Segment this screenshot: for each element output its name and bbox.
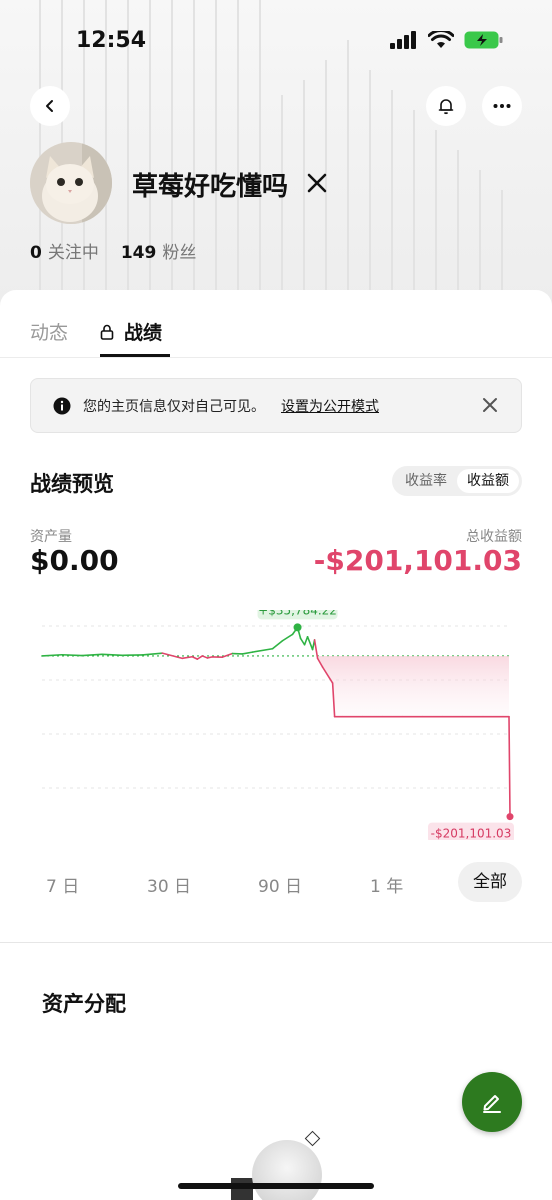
- series-segment: [251, 647, 274, 653]
- home-indicator[interactable]: [178, 1183, 374, 1189]
- more-icon: [493, 104, 511, 108]
- overview-title: 战绩预览: [30, 472, 114, 496]
- notification-button[interactable]: [426, 86, 466, 126]
- followers-label: 粉丝: [162, 243, 197, 263]
- toggle-return-rate[interactable]: 收益率: [395, 469, 457, 493]
- series-segment: [141, 652, 164, 656]
- allocation-title: 资产分配: [42, 992, 126, 1016]
- back-icon: [46, 100, 53, 112]
- range-90d[interactable]: 90 日: [258, 872, 302, 897]
- following-label: 关注中: [47, 243, 99, 263]
- profile-header: 12:54 草莓好吃懂吗 0 关注中 149 粉丝: [0, 0, 552, 330]
- following-stat[interactable]: 0 关注中: [30, 238, 99, 263]
- cat-avatar-image: [30, 142, 112, 224]
- series-segment: [281, 633, 294, 642]
- series-segment: [101, 653, 123, 657]
- status-time: 12:54: [76, 28, 147, 53]
- loss-area: [317, 655, 509, 717]
- section-divider: [0, 942, 552, 943]
- min-point: [506, 813, 514, 821]
- tab-record[interactable]: 战绩: [100, 318, 162, 345]
- avatar[interactable]: [30, 142, 112, 224]
- series-segment: [299, 637, 306, 646]
- series-segment: [81, 653, 103, 657]
- battery-icon: [464, 31, 503, 49]
- series-segment: [61, 653, 83, 657]
- series-segment: [271, 639, 284, 650]
- asset-value: $0.00: [30, 544, 119, 577]
- tab-dynamic[interactable]: 动态: [30, 318, 68, 345]
- set-public-link[interactable]: 设置为公开模式: [281, 396, 379, 416]
- time-range-selector: 7 日 30 日 90 日 1 年 全部: [0, 862, 552, 902]
- pnl-value: -$201,101.03: [313, 544, 522, 577]
- signal-icon: [390, 31, 416, 49]
- followers-count: 149: [120, 243, 157, 263]
- back-button[interactable]: [30, 86, 70, 126]
- edit-button[interactable]: [462, 1072, 522, 1132]
- range-all[interactable]: 全部: [458, 862, 522, 902]
- tab-record-label: 战绩: [124, 322, 163, 344]
- edit-icon: [483, 1095, 501, 1113]
- tab-active-indicator: [100, 354, 170, 357]
- min-data-label: -$201,101.03: [431, 827, 512, 840]
- lock-icon: [100, 324, 114, 340]
- follow-stats: 0 关注中 149 粉丝: [30, 238, 196, 263]
- series-segment: [508, 715, 511, 818]
- series-segment: [201, 655, 209, 659]
- max-point: [293, 623, 302, 632]
- asset-label: 资产量: [30, 529, 72, 545]
- metric-toggle: 收益率 收益额: [392, 466, 522, 496]
- privacy-notice: 您的主页信息仅对自己可见。 设置为公开模式: [30, 378, 522, 433]
- bell-icon: [438, 99, 454, 115]
- series-segment: [161, 652, 184, 660]
- followers-stat[interactable]: 149 粉丝: [121, 238, 197, 263]
- content-sheet: 动态 战绩 您的主页信息仅对自己可见。 设置为公开模式 战绩预览 收益率 收益额…: [0, 290, 552, 1200]
- range-1y[interactable]: 1 年: [370, 872, 403, 897]
- status-bar: 12:54: [0, 0, 552, 80]
- profile-name: 草莓好吃懂吗: [132, 172, 289, 202]
- series-segment: [303, 635, 309, 646]
- profile-tabs: 动态 战绩: [0, 290, 552, 358]
- series-segment: [41, 653, 63, 657]
- max-data-label: +$35,784.22: [258, 610, 337, 617]
- overlay-square: [231, 1178, 253, 1200]
- notice-text: 您的主页信息仅对自己可见。: [83, 399, 265, 415]
- close-icon[interactable]: [481, 396, 499, 414]
- series-segment: [241, 651, 254, 655]
- pnl-label: 总收益额: [466, 529, 522, 545]
- wifi-icon: [428, 31, 454, 48]
- status-icons: [390, 30, 504, 50]
- series-segment: [191, 655, 199, 660]
- range-7d[interactable]: 7 日: [46, 872, 79, 897]
- x-logo-icon[interactable]: [306, 172, 328, 194]
- series-segment: [306, 635, 314, 651]
- following-count: 0: [30, 243, 42, 263]
- series-segment: [313, 639, 319, 660]
- toggle-return-amount[interactable]: 收益额: [457, 469, 519, 493]
- more-button[interactable]: [482, 86, 522, 126]
- series-segment: [181, 655, 194, 660]
- info-icon: [53, 397, 71, 415]
- pnl-chart: +$35,784.22 -$201,101.03: [41, 610, 514, 840]
- range-30d[interactable]: 30 日: [147, 872, 191, 897]
